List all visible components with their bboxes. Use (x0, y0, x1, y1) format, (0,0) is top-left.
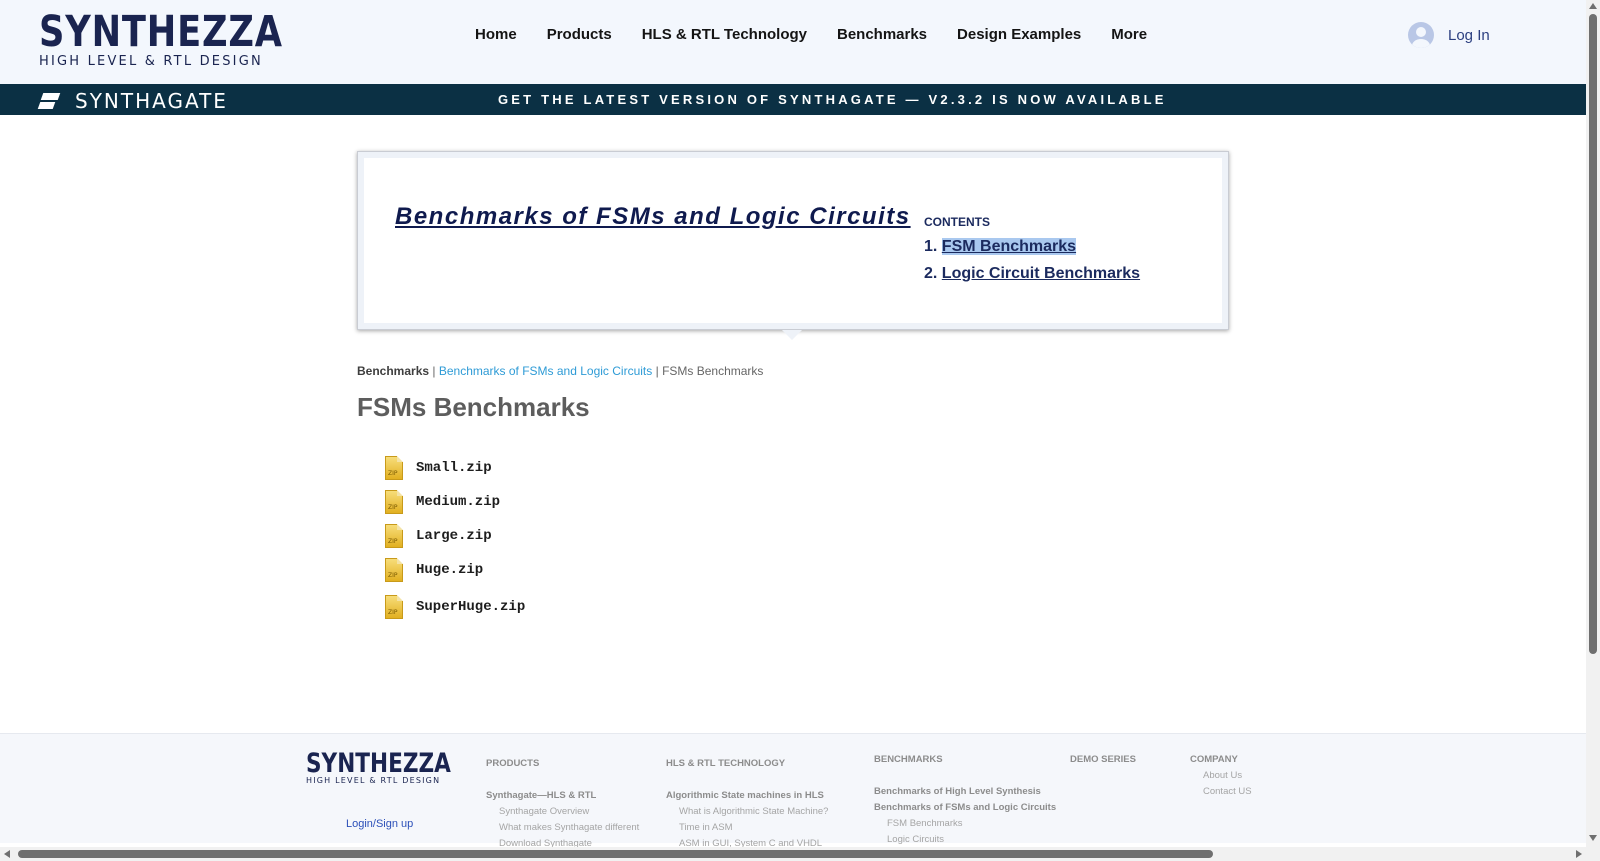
announcement-banner: SYNTHAGATE GET THE LATEST VERSION OF SYN… (0, 84, 1586, 115)
card-title-link[interactable]: Benchmarks of FSMs and Logic Circuits (395, 203, 911, 231)
nav-benchmarks[interactable]: Benchmarks (837, 26, 927, 43)
footer-col-benchmarks: BENCHMARKS Benchmarks of High Level Synt… (874, 752, 1056, 848)
file-name: SuperHuge.zip (416, 599, 526, 615)
zip-file-icon (385, 456, 403, 480)
vertical-scrollbar[interactable] (1586, 0, 1600, 861)
file-item-large[interactable]: Large.zip (385, 524, 492, 548)
nav-products[interactable]: Products (547, 26, 612, 43)
scroll-left-arrow-icon[interactable] (4, 850, 10, 858)
page: SYNTHEZZA HIGH LEVEL & RTL DESIGN Home P… (0, 0, 1600, 861)
footer-link[interactable]: What makes Synthagate different (486, 820, 639, 836)
footer-link[interactable]: What is Algorithmic State Machine? (666, 804, 828, 820)
vertical-scroll-thumb[interactable] (1589, 14, 1597, 654)
footer-group-link[interactable]: Synthagate—HLS & RTL (486, 788, 639, 804)
footer-logo[interactable]: SYNTHEZZA HIGH LEVEL & RTL DESIGN (306, 748, 487, 785)
footer-col-hls: HLS & RTL TECHNOLOGY Algorithmic State m… (666, 756, 828, 852)
logic-circuit-benchmarks-link[interactable]: Logic Circuit Benchmarks (942, 265, 1140, 282)
footer-group-link[interactable]: Benchmarks of High Level Synthesis (874, 784, 1056, 800)
page-title: FSMs Benchmarks (357, 392, 590, 422)
zip-file-icon (385, 558, 403, 582)
synthagate-mark-icon (37, 92, 61, 110)
card-body: Benchmarks of FSMs and Logic Circuits CO… (364, 158, 1222, 323)
file-name: Small.zip (416, 460, 492, 476)
synthezza-logo[interactable]: SYNTHEZZA HIGH LEVEL & RTL DESIGN (39, 7, 283, 70)
contents-list: CONTENTS 1. FSM Benchmarks 2. Logic Circ… (924, 215, 1140, 283)
contents-item-number: 1. (924, 238, 938, 255)
login-button[interactable]: Log In (1408, 22, 1490, 48)
footer-heading[interactable]: HLS & RTL TECHNOLOGY (666, 756, 828, 772)
breadcrumb-root[interactable]: Benchmarks (357, 364, 429, 378)
main-nav: Home Products HLS & RTL Technology Bench… (475, 26, 1177, 43)
contents-item-fsm: 1. FSM Benchmarks (924, 238, 1140, 256)
footer-col-company: COMPANY About Us Contact US (1190, 752, 1252, 800)
footer-logo-wordmark: SYNTHEZZA (306, 748, 451, 779)
fsm-benchmarks-link[interactable]: FSM Benchmarks (941, 238, 1077, 255)
banner-message[interactable]: GET THE LATEST VERSION OF SYNTHAGATE — V… (498, 92, 1167, 107)
footer-heading[interactable]: PRODUCTS (486, 756, 639, 772)
nav-more[interactable]: More (1111, 26, 1147, 43)
footer-group-link[interactable]: Benchmarks of FSMs and Logic Circuits (874, 800, 1056, 816)
breadcrumb-current: FSMs Benchmarks (662, 364, 764, 378)
footer-heading[interactable]: BENCHMARKS (874, 752, 1056, 768)
footer-link[interactable]: Time in ASM (666, 820, 828, 836)
footer-col-demo: DEMO SERIES (1070, 752, 1136, 768)
footer-link[interactable]: Logic Circuits (874, 832, 1056, 848)
contents-label: CONTENTS (924, 215, 990, 229)
footer-login-link[interactable]: Login/Sign up (346, 818, 413, 830)
footer-link[interactable]: Synthagate Overview (486, 804, 639, 820)
breadcrumb-separator: | (429, 364, 439, 378)
file-name: Large.zip (416, 528, 492, 544)
login-label: Log In (1448, 26, 1490, 44)
footer-link[interactable]: Contact US (1190, 784, 1252, 800)
zip-file-icon (385, 524, 403, 548)
breadcrumb-parent-link[interactable]: Benchmarks of FSMs and Logic Circuits (439, 364, 652, 378)
footer-col-products: PRODUCTS Synthagate—HLS & RTL Synthagate… (486, 756, 639, 852)
file-item-huge[interactable]: Huge.zip (385, 558, 483, 582)
footer-heading[interactable]: DEMO SERIES (1070, 752, 1136, 768)
file-item-medium[interactable]: Medium.zip (385, 490, 500, 514)
table-of-contents-card: Benchmarks of FSMs and Logic Circuits CO… (357, 151, 1229, 340)
footer-link[interactable]: FSM Benchmarks (874, 816, 1056, 832)
file-item-superhuge[interactable]: SuperHuge.zip (385, 595, 525, 619)
logo-wordmark: SYNTHEZZA (39, 7, 283, 57)
user-avatar-icon (1408, 22, 1434, 48)
horizontal-scrollbar[interactable] (0, 847, 1586, 861)
file-name: Medium.zip (416, 494, 501, 510)
contents-item-logic: 2. Logic Circuit Benchmarks (924, 265, 1140, 283)
horizontal-scroll-thumb[interactable] (18, 850, 1213, 858)
footer-link[interactable]: About Us (1190, 768, 1252, 784)
breadcrumb: Benchmarks | Benchmarks of FSMs and Logi… (357, 364, 763, 378)
footer-heading[interactable]: COMPANY (1190, 752, 1252, 768)
contents-item-number: 2. (924, 265, 938, 282)
zip-file-icon (385, 595, 403, 619)
scroll-down-arrow-icon[interactable] (1589, 835, 1597, 841)
file-name: Huge.zip (416, 562, 484, 578)
nav-home[interactable]: Home (475, 26, 517, 43)
card-pointer (782, 330, 802, 340)
scroll-up-arrow-icon[interactable] (1589, 3, 1597, 9)
synthagate-logo[interactable]: SYNTHAGATE (37, 89, 228, 113)
zip-file-icon (385, 490, 403, 514)
scroll-right-arrow-icon[interactable] (1576, 850, 1582, 858)
nav-hls-rtl-technology[interactable]: HLS & RTL Technology (642, 26, 807, 43)
site-header: SYNTHEZZA HIGH LEVEL & RTL DESIGN Home P… (0, 0, 1586, 84)
footer-group-link[interactable]: Algorithmic State machines in HLS (666, 788, 828, 804)
synthagate-wordmark: SYNTHAGATE (75, 89, 228, 113)
site-footer: SYNTHEZZA HIGH LEVEL & RTL DESIGN Login/… (0, 733, 1586, 849)
nav-design-examples[interactable]: Design Examples (957, 26, 1081, 43)
file-item-small[interactable]: Small.zip (385, 456, 492, 480)
breadcrumb-separator: | (652, 364, 663, 378)
